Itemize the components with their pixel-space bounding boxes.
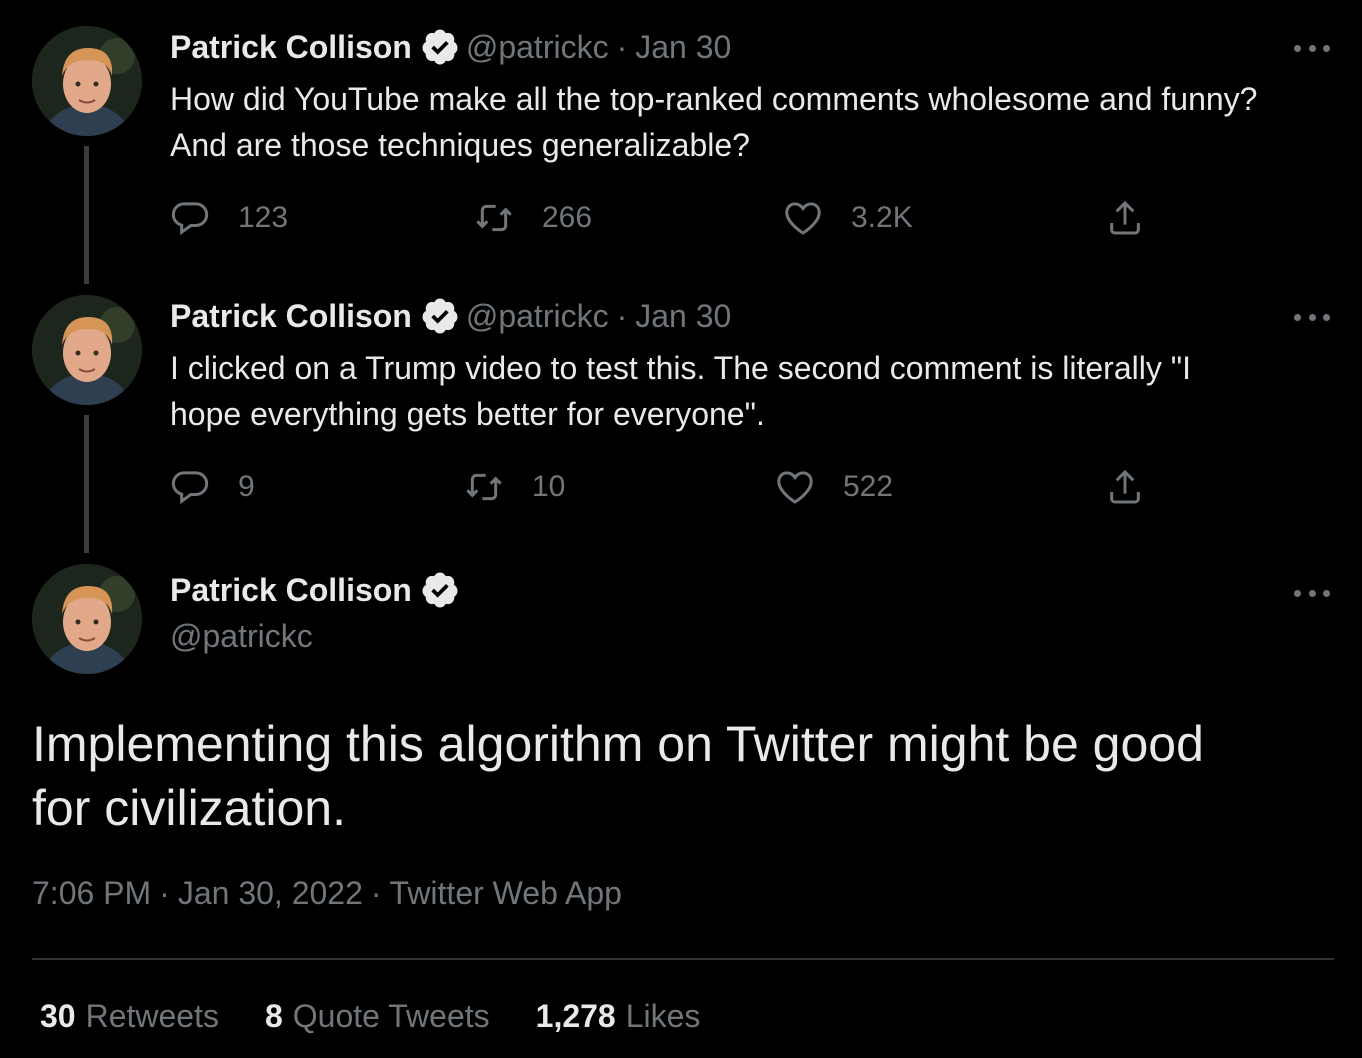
tweet-date[interactable]: Jan 30: [635, 29, 731, 66]
likes-label: Likes: [625, 998, 701, 1034]
author-handle[interactable]: @patrickc: [466, 298, 609, 335]
retweets-count: 30: [40, 998, 76, 1034]
heart-icon: [785, 202, 821, 235]
separator-dot: ·: [616, 297, 628, 334]
author-name[interactable]: Patrick Collison: [170, 298, 412, 335]
quote-tweets-label: Quote Tweets: [292, 998, 490, 1034]
retweet-count: 10: [532, 470, 566, 503]
share-button[interactable]: [1105, 198, 1173, 238]
retweet-count: 266: [542, 201, 593, 234]
reply-count: 123: [238, 201, 289, 234]
more-options-icon[interactable]: [1294, 43, 1330, 53]
quote-tweets-stat-link[interactable]: 8 Quote Tweets: [265, 998, 490, 1035]
tweet-text-line: Implementing this algorithm on Twitter m…: [32, 716, 1204, 772]
like-count: 522: [843, 470, 894, 503]
retweet-icon: [466, 473, 502, 501]
tweet-header: Patrick Collison @patrickc · Jan 30: [170, 27, 731, 67]
separator-dot: ·: [616, 28, 628, 65]
author-handle[interactable]: @patrickc: [170, 618, 313, 655]
verified-badge-icon: [420, 570, 460, 610]
avatar[interactable]: [32, 295, 142, 405]
like-button[interactable]: 522: [775, 467, 893, 507]
tweet-text-line: for civilization.: [32, 780, 346, 836]
tweet-meta: 7:06 PM · Jan 30, 2022 · Twitter Web App: [32, 875, 622, 912]
divider: [32, 958, 1334, 960]
likes-stat-link[interactable]: 1,278 Likes: [536, 998, 701, 1035]
reply-icon: [171, 202, 209, 236]
separator-dot: ·: [159, 875, 170, 911]
tweet-text-line: hope everything gets better for everyone…: [170, 396, 765, 432]
share-button[interactable]: [1105, 467, 1173, 507]
separator-dot: ·: [370, 875, 382, 911]
more-options-icon[interactable]: [1294, 588, 1330, 598]
retweet-button[interactable]: 266: [474, 198, 592, 238]
main-tweet-header: Patrick Collison: [170, 570, 466, 610]
reply-button[interactable]: 9: [170, 467, 255, 507]
likes-count: 1,278: [535, 998, 616, 1034]
like-button[interactable]: 3.2K: [783, 198, 913, 238]
tweet-text-line: How did YouTube make all the top-ranked …: [170, 81, 1258, 117]
share-icon: [1110, 469, 1140, 504]
reply-count: 9: [238, 470, 255, 503]
tweet-full-date[interactable]: Jan 30, 2022: [178, 875, 363, 911]
avatar[interactable]: [32, 26, 142, 136]
quote-tweets-count: 8: [264, 998, 283, 1034]
main-tweet-text: Implementing this algorithm on Twitter m…: [32, 712, 1332, 840]
tweet-header: Patrick Collison @patrickc · Jan 30: [170, 296, 731, 336]
share-icon: [1110, 200, 1140, 235]
author-name[interactable]: Patrick Collison: [170, 572, 412, 609]
tweet-source[interactable]: Twitter Web App: [390, 875, 622, 911]
heart-icon: [777, 471, 813, 504]
more-options-icon[interactable]: [1294, 312, 1330, 322]
tweet-text-line: I clicked on a Trump video to test this.…: [170, 350, 1191, 386]
verified-badge-icon: [420, 296, 460, 336]
author-handle[interactable]: @patrickc: [466, 29, 609, 66]
like-count: 3.2K: [851, 201, 913, 234]
author-name[interactable]: Patrick Collison: [170, 29, 412, 66]
tweet-actions: 123 266 3.2K: [170, 198, 1170, 242]
tweet-date[interactable]: Jan 30: [635, 298, 731, 335]
tweet-text-line: And are those techniques generalizable?: [170, 127, 750, 163]
verified-badge-icon: [420, 27, 460, 67]
tweet-text: I clicked on a Trump video to test this.…: [170, 345, 1340, 437]
tweet-actions: 9 10 522: [170, 467, 1170, 511]
reply-button[interactable]: 123: [170, 198, 288, 238]
retweet-button[interactable]: 10: [464, 467, 565, 507]
tweet-text: How did YouTube make all the top-ranked …: [170, 76, 1340, 168]
tweet-time[interactable]: 7:06 PM: [32, 875, 151, 911]
tweet-stats: 30 Retweets 8 Quote Tweets 1,278 Likes: [40, 998, 746, 1035]
thread-connector-line: [84, 146, 89, 284]
thread-connector-line: [84, 415, 89, 553]
retweets-label: Retweets: [85, 998, 219, 1034]
retweets-stat-link[interactable]: 30 Retweets: [40, 998, 219, 1035]
retweet-icon: [476, 204, 512, 232]
avatar[interactable]: [32, 564, 142, 674]
reply-icon: [171, 471, 209, 505]
